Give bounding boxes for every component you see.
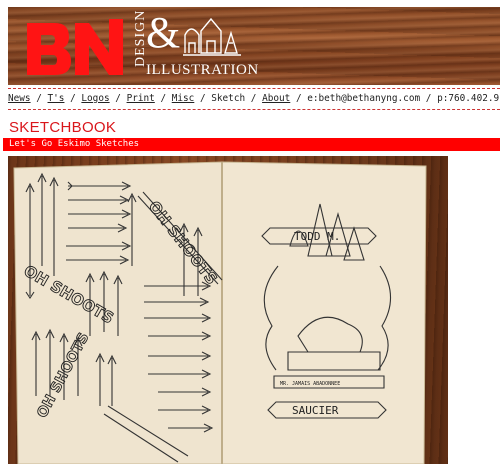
nav-news[interactable]: News	[8, 93, 31, 104]
bn-logo[interactable]	[25, 17, 130, 77]
nav-print[interactable]: Print	[127, 93, 155, 104]
logo-illustration-text: ILLUSTRATION	[146, 62, 259, 78]
nav-misc[interactable]: Misc	[172, 93, 195, 104]
banner-bottom-text: SAUCIER	[292, 404, 339, 417]
page-subtitle: Let's Go Eskimo Sketches	[9, 139, 140, 149]
nav-about[interactable]: About	[262, 93, 290, 104]
nav-top-divider	[8, 88, 500, 89]
house-trees-illustration	[183, 17, 241, 56]
main-nav: News / T's / Logos / Print / Misc / Sket…	[8, 93, 500, 104]
sketchbook-drawing: OH SHOOTS OH SHOOTS OH SHOOTS TODD M. MR…	[13, 161, 427, 464]
nav-tshirts[interactable]: T's	[48, 93, 65, 104]
book-label-text: MR. JAMAIS ABADONNEE	[280, 381, 340, 387]
subtitle-bar: Let's Go Eskimo Sketches	[3, 138, 500, 151]
header-banner: DESIGN & ILLUSTRATION	[8, 7, 500, 85]
contact-phone: p:760.402.9103	[437, 93, 500, 104]
nav-bottom-divider	[8, 109, 500, 110]
nav-sketch-current: Sketch	[211, 93, 246, 104]
nav-logos[interactable]: Logos	[81, 93, 109, 104]
contact-email: e:beth@bethanyng.com	[307, 93, 421, 104]
logo-ampersand: &	[146, 8, 181, 57]
banner-top-text: TODD M.	[294, 230, 340, 243]
sketchbook-photo[interactable]: OH SHOOTS OH SHOOTS OH SHOOTS TODD M. MR…	[8, 156, 448, 464]
page-title: SKETCHBOOK	[9, 119, 117, 136]
